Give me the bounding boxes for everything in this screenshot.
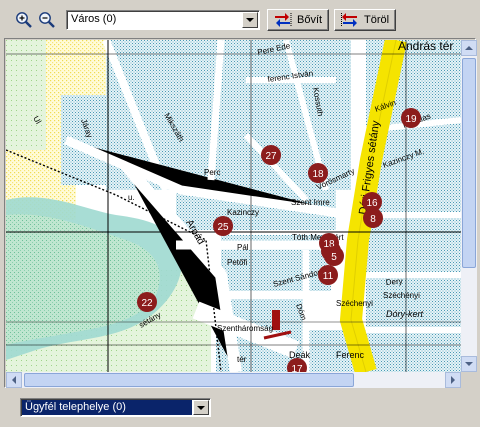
scrollbar-corner bbox=[461, 372, 477, 388]
street-label: Petőfi bbox=[227, 258, 248, 267]
expand-button[interactable]: Bővít bbox=[267, 9, 329, 31]
chevron-down-icon bbox=[465, 362, 473, 366]
map-window: Város (0) Bővít Töröl Pere Ede ferenc Is… bbox=[0, 0, 480, 427]
svg-text:8: 8 bbox=[370, 214, 376, 225]
map-frame: Pere Ede ferenc István Kossuth Mikszáth … bbox=[4, 38, 477, 388]
zoom-out-button[interactable] bbox=[37, 10, 57, 30]
svg-text:5: 5 bbox=[331, 252, 337, 263]
map-marker[interactable]: 5 bbox=[324, 246, 344, 266]
street-label: Szentháromság bbox=[217, 324, 273, 333]
map-marker[interactable]: 22 bbox=[137, 292, 157, 312]
map-marker[interactable]: 19 bbox=[401, 108, 421, 128]
client-site-dropdown-button[interactable] bbox=[193, 400, 209, 415]
chevron-left-icon bbox=[12, 376, 16, 384]
map-marker[interactable]: 8 bbox=[363, 208, 383, 228]
zoom-in-icon bbox=[16, 12, 32, 28]
map-marker[interactable]: 11 bbox=[318, 265, 338, 285]
street-label: tér bbox=[237, 355, 247, 364]
street-label: Dóry-kert bbox=[386, 309, 424, 319]
street-label: u. bbox=[128, 193, 135, 202]
scroll-right-button[interactable] bbox=[445, 372, 461, 388]
expand-label: Bővít bbox=[297, 14, 323, 26]
street-label: Dery bbox=[385, 277, 403, 287]
street-label: Széchényi bbox=[383, 291, 420, 300]
delete-arrows-icon bbox=[341, 13, 357, 27]
map-marker[interactable]: 27 bbox=[261, 145, 281, 165]
bottom-bar: Ügyfél telephelye (0) bbox=[0, 390, 480, 427]
zoom-out-icon bbox=[39, 12, 55, 28]
street-label: Pál bbox=[237, 243, 249, 252]
map-marker[interactable]: 18 bbox=[308, 163, 328, 183]
client-site-select[interactable]: Ügyfél telephelye (0) bbox=[20, 398, 211, 417]
street-label: Széchenyi bbox=[336, 299, 373, 308]
city-select-value: Város (0) bbox=[71, 13, 117, 25]
chevron-up-icon bbox=[465, 46, 473, 50]
chevron-down-icon bbox=[197, 405, 205, 410]
street-label: Ferenc bbox=[336, 350, 365, 360]
zoom-in-button[interactable] bbox=[14, 10, 34, 30]
horizontal-scrollbar[interactable] bbox=[6, 372, 461, 388]
place-label: András tér bbox=[398, 40, 453, 53]
scroll-down-button[interactable] bbox=[461, 356, 477, 372]
svg-text:16: 16 bbox=[366, 198, 378, 209]
street-label: Kazinczy bbox=[227, 208, 259, 217]
svg-text:17: 17 bbox=[291, 364, 303, 372]
chevron-right-icon bbox=[451, 376, 455, 384]
toolbar: Város (0) Bővít Töröl bbox=[0, 0, 480, 38]
street-label: Szent Imre bbox=[291, 198, 330, 207]
delete-button[interactable]: Töröl bbox=[334, 9, 396, 31]
vertical-scrollbar[interactable] bbox=[461, 40, 477, 372]
svg-text:27: 27 bbox=[265, 151, 277, 162]
svg-text:25: 25 bbox=[217, 222, 229, 233]
svg-text:22: 22 bbox=[141, 298, 153, 309]
expand-arrows-icon bbox=[275, 13, 292, 27]
vertical-scroll-thumb[interactable] bbox=[462, 58, 476, 268]
city-select[interactable]: Város (0) bbox=[66, 10, 260, 30]
scroll-left-button[interactable] bbox=[6, 372, 22, 388]
scroll-up-button[interactable] bbox=[461, 40, 477, 56]
svg-text:19: 19 bbox=[405, 114, 417, 125]
svg-text:18: 18 bbox=[312, 169, 324, 180]
city-map[interactable]: Pere Ede ferenc István Kossuth Mikszáth … bbox=[6, 40, 461, 372]
street-label: Perc bbox=[204, 168, 220, 177]
map-view[interactable]: Pere Ede ferenc István Kossuth Mikszáth … bbox=[6, 40, 461, 372]
client-site-select-value: Ügyfél telephelye (0) bbox=[25, 401, 126, 413]
delete-label: Töröl bbox=[364, 14, 390, 26]
city-select-dropdown-button[interactable] bbox=[242, 12, 258, 28]
map-marker[interactable]: 25 bbox=[213, 216, 233, 236]
horizontal-scroll-thumb[interactable] bbox=[24, 373, 354, 387]
chevron-down-icon bbox=[246, 18, 254, 22]
svg-text:11: 11 bbox=[323, 271, 334, 282]
